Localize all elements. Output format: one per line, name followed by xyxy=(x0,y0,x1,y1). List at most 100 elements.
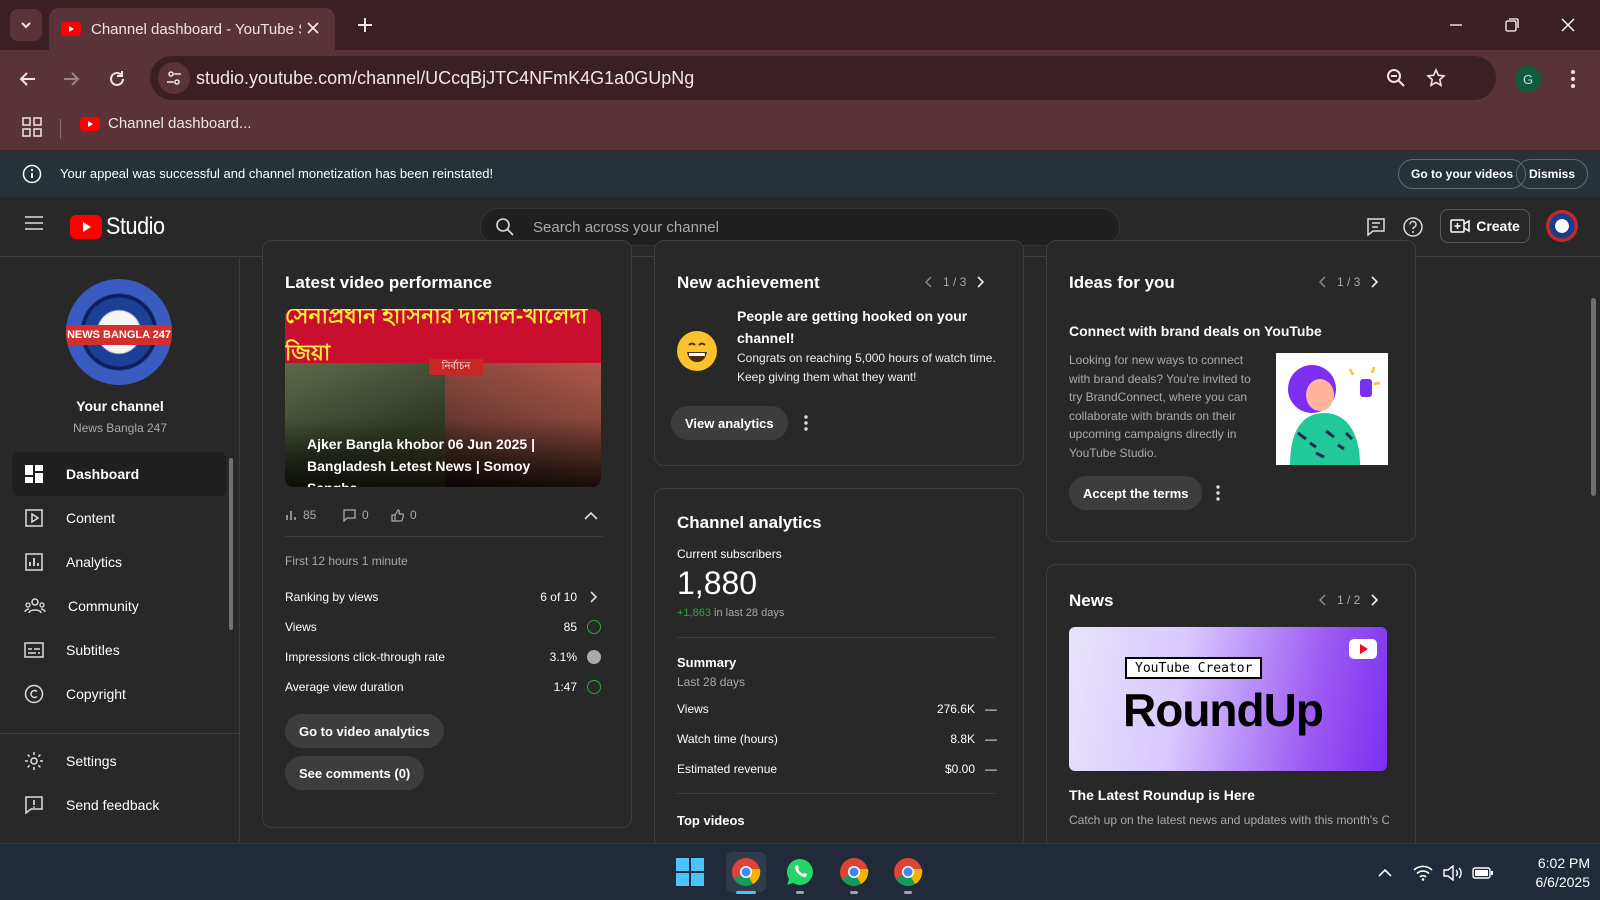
tab-close-button[interactable] xyxy=(303,18,323,38)
divider xyxy=(285,536,603,537)
sidebar-scrollbar[interactable] xyxy=(229,458,233,630)
video-thumbnail[interactable]: সেনাপ্রধান হাসিনার দালাল-খালেদা জিয়া নি… xyxy=(285,309,601,487)
close-icon xyxy=(1561,18,1575,32)
sidebar-item-community[interactable]: Community xyxy=(12,584,226,628)
see-comments-button[interactable]: See comments (0) xyxy=(285,756,425,790)
copyright-icon xyxy=(24,684,44,704)
tab-search-button[interactable] xyxy=(10,9,42,41)
sidebar-item-analytics[interactable]: Analytics xyxy=(12,540,226,584)
chevron-right-icon[interactable] xyxy=(1370,276,1379,288)
more-options-button[interactable] xyxy=(796,411,816,435)
system-clock[interactable]: 6:02 PM 6/6/2025 xyxy=(1500,854,1591,892)
row-label: Watch time (hours) xyxy=(677,732,778,746)
gear-icon xyxy=(25,752,43,770)
subscribers-delta: +1,863 xyxy=(677,607,711,619)
chevron-left-icon[interactable] xyxy=(1319,594,1327,606)
back-button[interactable] xyxy=(13,64,43,94)
restore-button[interactable] xyxy=(1492,8,1532,42)
clock-date: 6/6/2025 xyxy=(1535,874,1591,890)
url-text: studio.youtube.com/channel/UCcqBjJTC4NFm… xyxy=(196,68,695,88)
address-bar[interactable]: studio.youtube.com/channel/UCcqBjJTC4NFm… xyxy=(150,56,1496,100)
row-value: $0.00 xyxy=(944,762,975,776)
taskbar-chrome-2[interactable] xyxy=(834,852,874,892)
profile-avatar[interactable]: G xyxy=(1515,66,1541,92)
sidebar-item-content[interactable]: Content xyxy=(12,496,226,540)
close-window-button[interactable] xyxy=(1548,8,1588,42)
ranking-chevron-button[interactable] xyxy=(583,585,603,609)
content-icon xyxy=(25,509,43,527)
channel-avatar[interactable]: NEWS BANGLA 247 xyxy=(66,279,172,385)
news-image[interactable]: YouTube Creator RoundUp xyxy=(1069,627,1387,771)
sidebar-item-copyright[interactable]: Copyright xyxy=(12,672,226,716)
go-to-videos-button[interactable]: Go to your videos xyxy=(1398,159,1527,189)
sidebar-item-subtitles[interactable]: Subtitles xyxy=(12,628,226,672)
browser-menu-button[interactable] xyxy=(1563,66,1583,92)
sidebar-item-settings[interactable]: Settings xyxy=(12,739,226,783)
dismiss-button[interactable]: Dismiss xyxy=(1516,159,1589,189)
menu-button[interactable] xyxy=(24,215,44,236)
minimize-button[interactable] xyxy=(1436,8,1476,42)
show-hidden-icons-button[interactable] xyxy=(1374,862,1396,884)
more-options-button[interactable] xyxy=(1208,481,1228,505)
go-to-video-analytics-button[interactable]: Go to video analytics xyxy=(285,714,444,748)
arrow-right-icon xyxy=(64,72,80,86)
thumb-tag: নির্বাচন xyxy=(429,359,483,375)
bookmark-star-button[interactable] xyxy=(1424,66,1448,90)
messages-button[interactable] xyxy=(1363,214,1389,240)
collapse-button[interactable] xyxy=(581,504,601,528)
feedback-icon xyxy=(25,796,43,815)
taskbar-chrome-3[interactable] xyxy=(888,852,928,892)
chevron-right-icon[interactable] xyxy=(1370,594,1379,606)
sidebar-item-feedback[interactable]: Send feedback xyxy=(12,783,226,827)
help-button[interactable] xyxy=(1400,214,1426,240)
accept-terms-button[interactable]: Accept the terms xyxy=(1069,476,1203,510)
subscribers-label: Current subscribers xyxy=(677,547,782,561)
wifi-icon[interactable] xyxy=(1412,862,1434,884)
analytics-icon xyxy=(25,553,43,571)
news-pager: 1 / 2 xyxy=(1319,593,1379,607)
divider xyxy=(677,793,995,794)
row-label: Estimated revenue xyxy=(677,762,778,776)
idea-body: Looking for new ways to connect with bra… xyxy=(1069,353,1251,460)
taskbar-chrome-active[interactable] xyxy=(726,852,766,892)
youtube-favicon-icon xyxy=(80,116,100,131)
volume-icon[interactable] xyxy=(1442,862,1464,884)
reload-button[interactable] xyxy=(102,64,132,94)
achievement-headline: People are getting hooked on your channe… xyxy=(737,308,968,346)
apps-grid-icon[interactable] xyxy=(22,117,42,142)
info-icon xyxy=(22,164,42,189)
view-analytics-button[interactable]: View analytics xyxy=(671,406,788,440)
chevron-right-icon[interactable] xyxy=(976,276,985,288)
row-dash: — xyxy=(985,762,997,776)
start-button[interactable] xyxy=(670,852,710,892)
clock-time: 6:02 PM xyxy=(1537,855,1590,871)
zoom-button[interactable] xyxy=(1384,66,1408,90)
bookmark-channel-dashboard[interactable]: Channel dashboard... xyxy=(80,115,251,132)
main-scrollbar[interactable] xyxy=(1591,298,1596,496)
subtitles-icon xyxy=(24,642,44,658)
notification-banner: Your appeal was successful and channel m… xyxy=(0,151,1600,197)
chevron-left-icon[interactable] xyxy=(925,276,933,288)
forward-button[interactable] xyxy=(56,64,86,94)
studio-logo[interactable]: Studio xyxy=(70,213,171,241)
news-card: News 1 / 2 YouTube Creator RoundUp The L… xyxy=(1046,564,1416,864)
subscribers-value: 1,880 xyxy=(677,565,758,601)
row-dash: — xyxy=(985,702,997,716)
chevron-left-icon[interactable] xyxy=(1319,276,1327,288)
subscribers-delta-row: +1,863 in last 28 days xyxy=(677,607,784,619)
logo-text: Studio xyxy=(106,213,165,240)
create-button[interactable]: Create xyxy=(1440,209,1530,243)
more-vert-icon xyxy=(1216,485,1220,501)
account-avatar[interactable] xyxy=(1546,210,1578,242)
row-value: 3.1% xyxy=(549,650,577,664)
new-tab-button[interactable] xyxy=(352,12,378,38)
summary-title: Summary xyxy=(677,655,737,670)
taskbar-whatsapp[interactable] xyxy=(780,852,820,892)
browser-tab[interactable]: Channel dashboard - YouTube Studio xyxy=(49,8,335,50)
battery-icon[interactable] xyxy=(1472,862,1494,884)
subscribers-delta-suffix: in last 28 days xyxy=(714,607,785,619)
row-label: Average view duration xyxy=(285,680,404,694)
sidebar-item-dashboard[interactable]: Dashboard xyxy=(12,452,226,496)
site-info-button[interactable] xyxy=(158,62,190,94)
arrow-left-icon xyxy=(19,72,35,86)
